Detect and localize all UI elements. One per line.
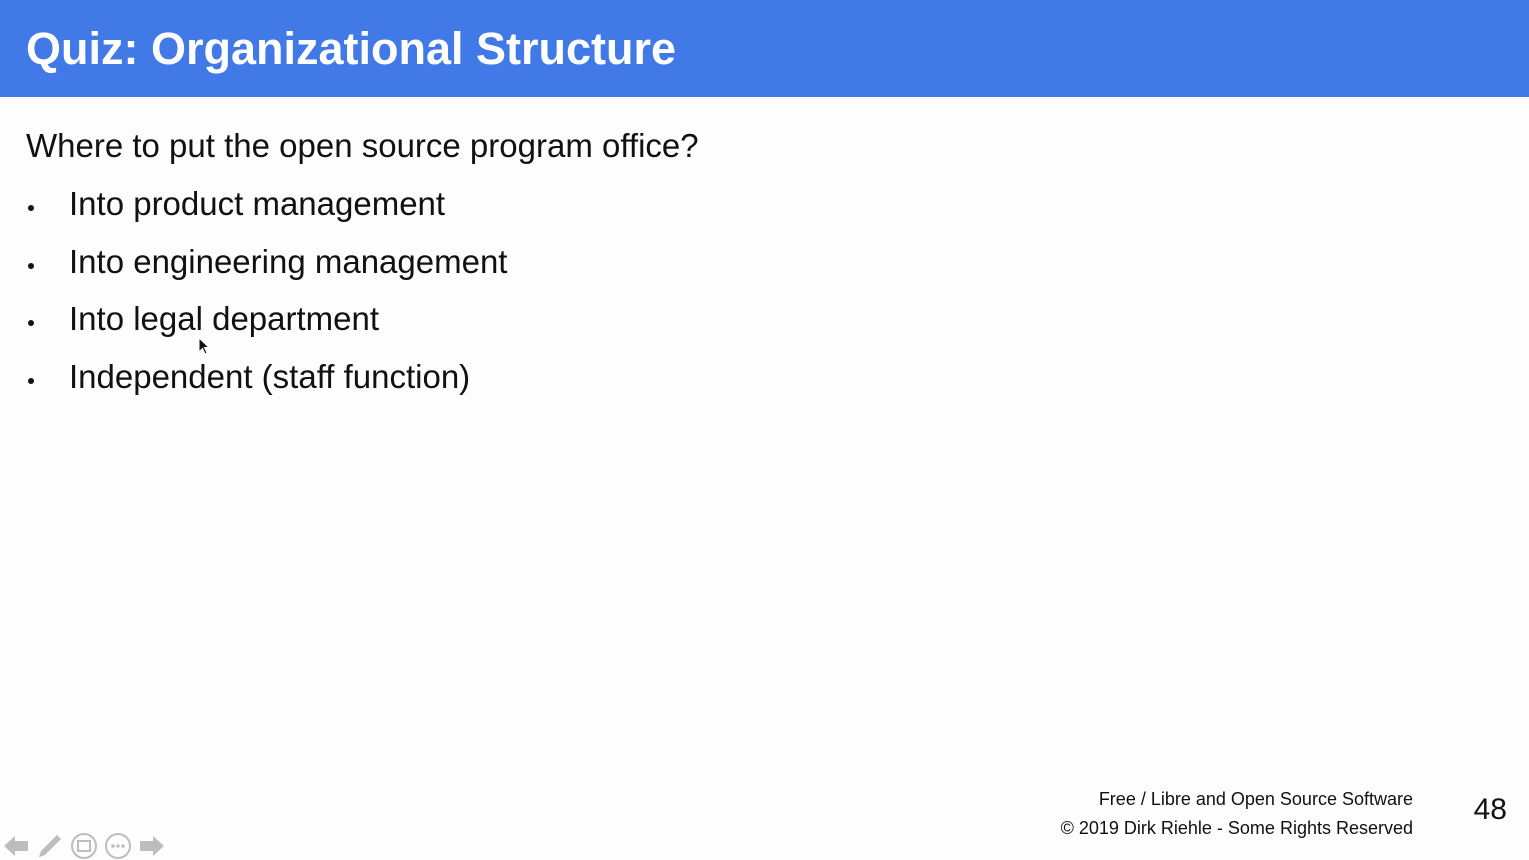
slide-title: Quiz: Organizational Structure <box>26 23 677 74</box>
bullet-icon <box>28 262 34 269</box>
previous-slide-button[interactable] <box>2 832 30 860</box>
answer-text: Independent (staff function) <box>69 357 471 395</box>
bullet-icon <box>28 205 34 211</box>
slide-page-number: 48 <box>1473 793 1507 826</box>
slide-title-bar: Quiz: Organizational Structure <box>0 0 1529 97</box>
next-slide-button[interactable] <box>138 832 166 860</box>
footer-course-name: Free / Libre and Open Source Software <box>1098 789 1413 809</box>
bullet-icon <box>28 320 34 326</box>
slides-icon <box>71 833 97 859</box>
more-options-button[interactable] <box>104 832 132 860</box>
slides-overview-button[interactable] <box>70 832 98 860</box>
footer-copyright: © 2019 Dirk Riehle - Some Rights Reserve… <box>1060 818 1413 838</box>
previous-arrow-icon <box>4 836 28 856</box>
answer-text: Into product management <box>69 185 446 222</box>
more-icon <box>105 833 131 859</box>
bullet-icon <box>28 377 34 384</box>
next-arrow-icon <box>140 836 164 856</box>
pen-tool-button[interactable] <box>36 832 64 860</box>
slide-footer: Free / Libre and Open Source Software © … <box>1061 785 1413 843</box>
quiz-question: Where to put the open source program off… <box>26 127 699 164</box>
slideshow-controls <box>2 832 166 860</box>
mouse-pointer-icon <box>198 337 210 355</box>
pen-icon <box>39 835 61 857</box>
answer-text: Into legal department <box>69 300 380 337</box>
answer-text: Into engineering management <box>69 242 508 280</box>
